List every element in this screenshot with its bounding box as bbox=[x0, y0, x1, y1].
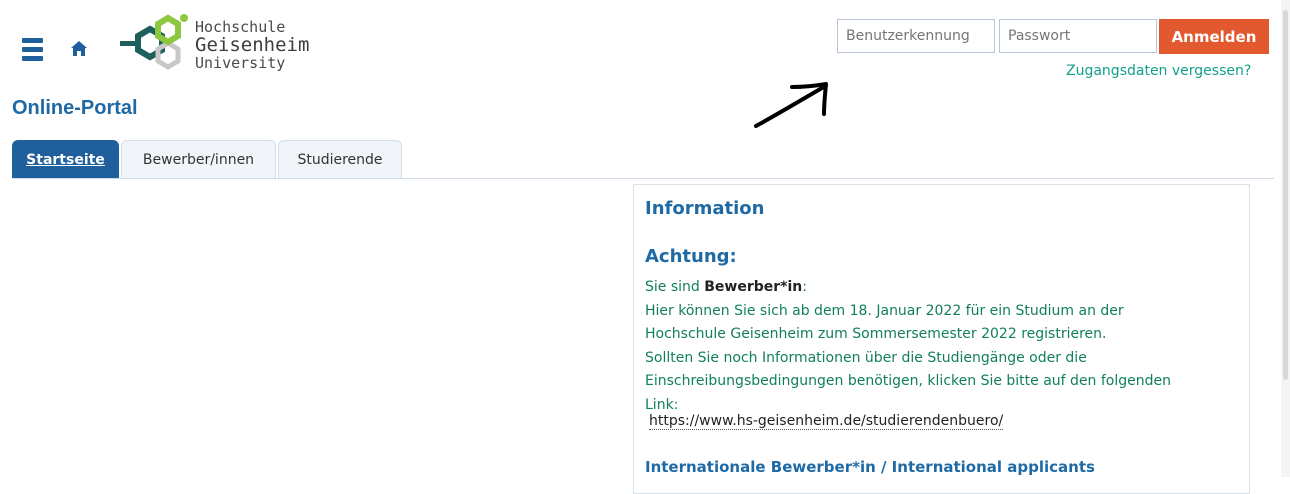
intro-prefix: Sie sind bbox=[645, 279, 705, 295]
username-input[interactable] bbox=[837, 19, 995, 53]
info-line: Link: bbox=[645, 396, 679, 413]
tab-bewerber[interactable]: Bewerber/innen bbox=[121, 140, 276, 178]
info-title: Information bbox=[645, 198, 765, 219]
logo-line2: Geisenheim bbox=[195, 34, 310, 56]
menu-icon[interactable] bbox=[22, 38, 43, 62]
info-line: Hier können Sie sich ab dem 18. Januar 2… bbox=[645, 302, 1124, 319]
info-line: Hochschule Geisenheim zum Sommersemester… bbox=[645, 326, 1107, 342]
password-input[interactable] bbox=[999, 19, 1157, 53]
info-line: Sollten Sie noch Informationen über die … bbox=[645, 349, 1087, 366]
logo-line1: Hochschule bbox=[195, 18, 286, 36]
info-line: Einschreibungsbedingungen benötigen, kli… bbox=[645, 373, 1172, 389]
info-heading: Achtung: bbox=[645, 246, 737, 267]
studierendenbuero-link[interactable]: https://www.hs-geisenheim.de/studierende… bbox=[649, 413, 1004, 430]
login-button[interactable]: Anmelden bbox=[1159, 19, 1269, 54]
tab-studierende[interactable]: Studierende bbox=[278, 140, 402, 178]
arrow-annotation bbox=[754, 82, 828, 128]
tab-startseite[interactable]: Startseite bbox=[12, 140, 119, 178]
info-text: Sie sind Bewerber*in: Hier können Sie si… bbox=[645, 276, 1245, 417]
forgot-credentials-link[interactable]: Zugangsdaten vergessen? bbox=[1066, 63, 1251, 79]
scrollbar-thumb[interactable] bbox=[1283, 10, 1288, 380]
logo-text: Hochschule Geisenheim University bbox=[195, 20, 309, 71]
logo-line3: University bbox=[195, 54, 286, 72]
home-icon[interactable] bbox=[70, 40, 88, 58]
international-heading: Internationale Bewerber*in / Internation… bbox=[645, 458, 1095, 476]
portal-title: Online-Portal bbox=[12, 97, 138, 119]
intro-bold: Bewerber*in bbox=[704, 279, 803, 295]
intro-suffix: : bbox=[802, 279, 807, 295]
